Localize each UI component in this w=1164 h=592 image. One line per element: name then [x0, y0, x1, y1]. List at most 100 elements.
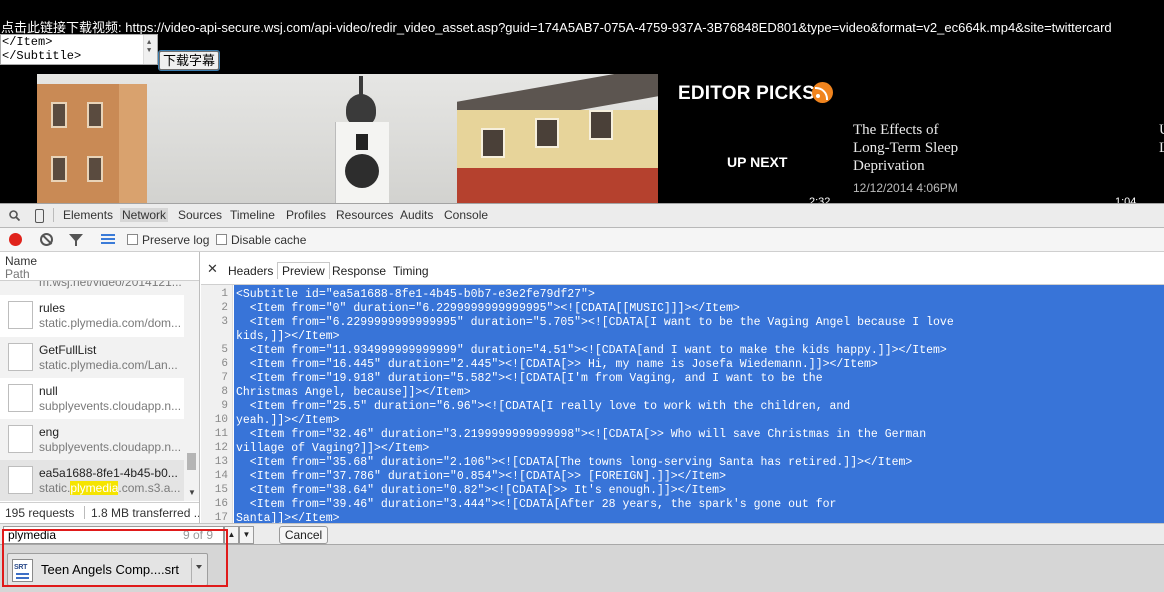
download-filename: Teen Angels Comp....srt: [41, 562, 180, 577]
document-icon: [8, 425, 33, 453]
request-row[interactable]: GetFullList static.plymedia.com/Lan...: [0, 337, 184, 378]
find-cancel-button[interactable]: Cancel: [279, 526, 328, 544]
preview-code-view[interactable]: 1 2 3 5 6 7 8 9 10 11 12 13 14 15 16 17 <Subtitle id="e…: [201, 285, 1164, 523]
search-icon[interactable]: [9, 210, 20, 221]
scroll-down-arrow-icon[interactable]: ▼: [188, 488, 196, 497]
clear-button[interactable]: [40, 233, 53, 246]
status-divider: [84, 506, 85, 519]
disable-cache-checkbox[interactable]: [216, 234, 227, 245]
request-list-header[interactable]: Name Path: [0, 252, 199, 281]
video-window: [481, 128, 505, 158]
file-type-tag: SRT: [14, 564, 28, 571]
tab-resources[interactable]: Resources: [336, 208, 393, 222]
tab-timeline[interactable]: Timeline: [230, 208, 275, 222]
line-number: 11: [214, 428, 228, 440]
code-line: <Item from="35.68" duration="2.106"><![C…: [236, 456, 913, 469]
editor-picks-heading: EDITOR PICKS: [678, 83, 816, 104]
video-window: [51, 156, 67, 182]
subtitle-textarea[interactable]: </Item> </Subtitle> ▲ ▼: [0, 34, 158, 65]
tab-network[interactable]: Network: [120, 208, 169, 222]
textarea-scrollbar[interactable]: ▲ ▼: [143, 35, 157, 64]
editor-pick-title[interactable]: The Effects of Long-Term Sleep Deprivati…: [853, 121, 993, 175]
tab-elements[interactable]: Elements: [63, 208, 113, 222]
video-tower-clock: [345, 154, 379, 188]
file-icon-bar: [16, 573, 29, 575]
tab-preview[interactable]: Preview: [277, 262, 330, 279]
download-shelf: SRT Teen Angels Comp....srt: [0, 544, 1164, 592]
record-button[interactable]: [9, 233, 22, 246]
video-building-right: [457, 110, 658, 205]
tab-response[interactable]: Response: [332, 264, 386, 278]
tab-headers[interactable]: Headers: [228, 264, 273, 278]
tab-console[interactable]: Console: [444, 208, 488, 222]
scroll-down-arrow-icon[interactable]: ▼: [147, 44, 151, 58]
line-number: 6: [221, 358, 228, 370]
find-next-button[interactable]: ▼: [239, 526, 254, 544]
request-row[interactable]: m.wsj.net/video/2014121...: [0, 281, 184, 295]
request-detail-panel: ✕ Headers Preview Response Timing 123567…: [201, 252, 1164, 545]
request-domain: static.plymedia.com/dom...: [39, 316, 182, 330]
video-red-wall: [457, 168, 658, 205]
code-line: <Item from="37.786" duration="0.854"><![…: [236, 470, 726, 483]
line-number: 5: [221, 344, 228, 356]
domain-prefix: static.: [39, 481, 71, 495]
close-icon[interactable]: ✕: [207, 261, 218, 277]
line-number: 8: [221, 386, 228, 398]
download-item[interactable]: SRT Teen Angels Comp....srt: [7, 553, 208, 586]
video-building-trim: [119, 84, 147, 205]
column-path-header[interactable]: Path: [5, 267, 30, 281]
tab-timing[interactable]: Timing: [393, 264, 429, 278]
line-number: 16: [214, 498, 228, 510]
search-highlight: plymedia: [70, 481, 119, 495]
column-name-header[interactable]: Name: [5, 254, 37, 268]
video-player[interactable]: [37, 74, 658, 205]
video-tower-window: [356, 134, 368, 150]
code-line: <Item from="0" duration="6.2299999999999…: [236, 302, 740, 315]
tab-profiles[interactable]: Profiles: [286, 208, 326, 222]
chevron-down-icon[interactable]: [196, 565, 202, 569]
request-row[interactable]: eng subplyevents.cloudapp.n...: [0, 419, 184, 460]
rss-icon[interactable]: [812, 82, 833, 103]
request-domain: static.plymedia.com.s3.a...: [39, 481, 180, 495]
find-previous-button[interactable]: ▲: [224, 526, 239, 544]
find-input[interactable]: plymedia 9 of 9: [3, 526, 224, 544]
line-number: 1: [221, 288, 228, 300]
code-line: <Item from="25.5" duration="6.96"><![CDA…: [236, 400, 851, 413]
device-mode-icon[interactable]: [35, 209, 44, 223]
download-item-divider: [191, 558, 192, 583]
request-list-panel: Name Path m.wsj.net/video/2014121... rul…: [0, 252, 200, 545]
line-number: 13: [214, 456, 228, 468]
filter-icon[interactable]: [69, 234, 83, 246]
download-subtitle-button[interactable]: 下载字幕: [157, 50, 221, 71]
list-view-icon[interactable]: [101, 234, 115, 246]
line-number: 12: [214, 442, 228, 454]
request-row[interactable]: null subplyevents.cloudapp.n...: [0, 378, 184, 419]
request-domain: subplyevents.cloudapp.n...: [39, 440, 182, 454]
video-download-link[interactable]: 点击此链接下载视频: https://video-api-secure.wsj.…: [1, 17, 1112, 36]
pick-title-line: Deprivation: [853, 158, 925, 174]
pick-title-line: Long-Term Sleep: [853, 140, 959, 156]
request-row[interactable]: rules static.plymedia.com/dom...: [0, 295, 184, 336]
request-list-scrollbar[interactable]: ▼: [184, 281, 199, 501]
request-count: 195 requests: [5, 506, 75, 520]
request-domain: m.wsj.net/video/2014121...: [39, 281, 182, 289]
line-number: 7: [221, 372, 228, 384]
tab-sources[interactable]: Sources: [178, 208, 222, 222]
video-church-spire: [359, 76, 363, 96]
code-line: <Item from="39.46" duration="3.444"><![C…: [236, 498, 837, 511]
next-pick-title-clipped[interactable]: UL: [1159, 121, 1164, 157]
request-row-selected[interactable]: ea5a1688-8fe1-4b45-b0... static.plymedia…: [0, 460, 184, 501]
scrollbar-thumb[interactable]: [187, 453, 196, 470]
video-window: [87, 156, 103, 182]
tab-audits[interactable]: Audits: [400, 208, 433, 222]
network-status-bar: 195 requests 1.8 MB transferred ...: [0, 502, 199, 522]
network-toolbar: Preserve log Disable cache: [0, 228, 1164, 252]
request-name: eng: [39, 425, 60, 439]
video-window: [51, 102, 67, 128]
line-number: 17: [214, 512, 228, 523]
code-line: Christmas Angel, because]]></Item>: [236, 386, 471, 399]
preserve-log-checkbox[interactable]: [127, 234, 138, 245]
code-line: kids,]]></Item>: [236, 330, 340, 343]
line-number: 2: [221, 302, 228, 314]
document-icon: [8, 301, 33, 329]
